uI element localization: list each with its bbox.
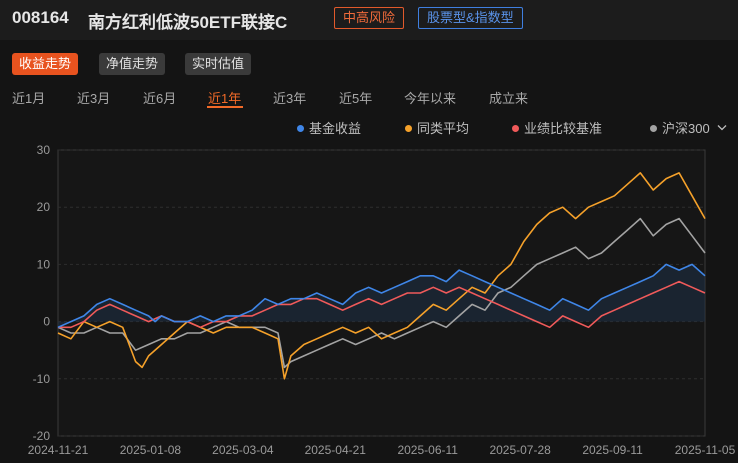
legend-dot — [297, 125, 304, 132]
period-3m[interactable]: 近3月 — [77, 88, 110, 107]
period-1m[interactable]: 近1月 — [12, 88, 45, 107]
y-tick-label: -10 — [33, 372, 51, 386]
y-tick-label: 30 — [37, 143, 51, 157]
fund-header: 008164 南方红利低波50ETF联接C 中高风险 股票型&指数型 — [0, 0, 738, 40]
legend-fund-return[interactable]: 基金收益 — [297, 118, 361, 137]
x-tick-label: 2025-11-05 — [675, 443, 736, 457]
period-3y[interactable]: 近3年 — [273, 88, 306, 107]
legend-dot — [405, 125, 412, 132]
x-tick-label: 2025-07-28 — [489, 443, 551, 457]
x-tick-label: 2025-01-08 — [120, 443, 182, 457]
legend-label: 沪深300 — [662, 121, 710, 136]
legend-label: 同类平均 — [417, 121, 470, 136]
fund-name: 南方红利低波50ETF联接C — [88, 13, 288, 32]
risk-level-badge: 中高风险 — [334, 7, 405, 29]
period-since-inception[interactable]: 成立来 — [489, 88, 528, 107]
x-tick-label: 2025-09-11 — [582, 443, 643, 457]
period-1y[interactable]: 近1年 — [208, 88, 241, 107]
x-tick-label: 2025-03-04 — [212, 443, 274, 457]
fund-code: 008164 — [12, 8, 69, 27]
y-tick-label: 10 — [37, 257, 51, 271]
tab-realtime-estimate[interactable]: 实时估值 — [185, 53, 252, 75]
period-ytd[interactable]: 今年以来 — [404, 88, 456, 107]
legend-benchmark[interactable]: 业绩比较基准 — [512, 118, 602, 137]
active-period-underline — [207, 106, 243, 108]
x-tick-label: 2024-11-21 — [28, 443, 89, 457]
fund-type-badge[interactable]: 股票型&指数型 — [418, 7, 523, 29]
legend-peer-average[interactable]: 同类平均 — [405, 118, 469, 137]
legend-dot — [650, 125, 657, 132]
tab-return-trend[interactable]: 收益走势 — [12, 53, 79, 75]
legend-csi300[interactable]: 沪深300 — [650, 118, 727, 137]
legend-dot — [512, 125, 519, 132]
y-tick-label: 20 — [37, 200, 51, 214]
period-6m[interactable]: 近6月 — [143, 88, 176, 107]
legend-label: 基金收益 — [309, 121, 362, 136]
y-tick-label: -20 — [33, 429, 51, 443]
return-chart: 30 20 10 0 -10 -202024-11-21 2025-01-08 2025-03… — [28, 143, 736, 457]
chevron-down-icon[interactable] — [717, 124, 727, 132]
tab-nav-trend[interactable]: 净值走势 — [99, 53, 166, 75]
x-tick-label: 2025-06-11 — [397, 443, 458, 457]
period-5y[interactable]: 近5年 — [339, 88, 372, 107]
y-tick-label: 0 — [43, 315, 50, 329]
x-tick-label: 2025-04-21 — [305, 443, 367, 457]
legend-label: 业绩比较基准 — [524, 121, 603, 136]
